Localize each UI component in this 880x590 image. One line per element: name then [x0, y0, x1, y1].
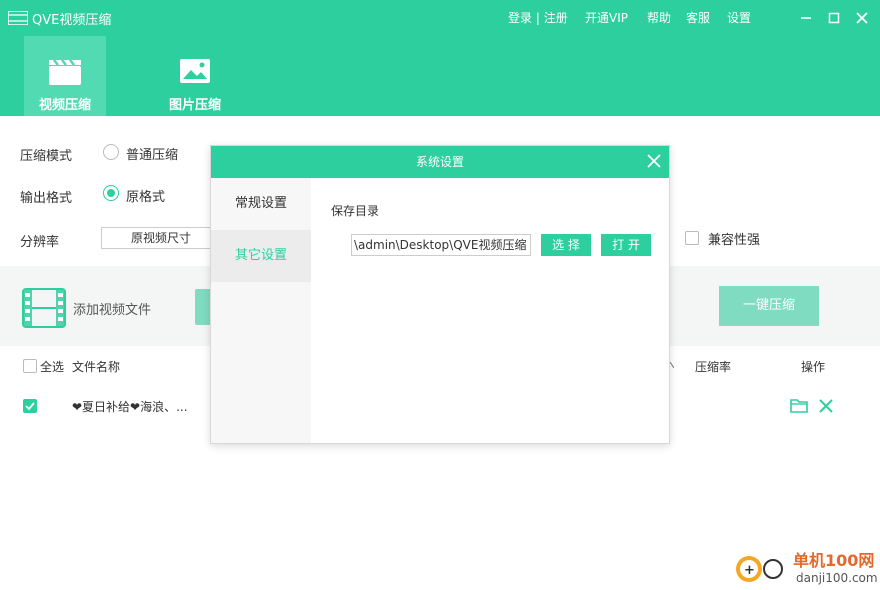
row-filename: ❤夏日补给❤海浪、...: [72, 400, 188, 414]
dialog-tab-other[interactable]: 其它设置: [211, 230, 311, 282]
watermark-logo: + 单机100网 danji100.com: [732, 548, 880, 590]
maximize-icon: [828, 12, 840, 24]
settings-dialog: 系统设置 常规设置 其它设置 保存目录 \admin\Desktop\QVE视频…: [210, 145, 670, 444]
add-video-label[interactable]: 添加视频文件: [73, 299, 151, 318]
delete-icon[interactable]: [819, 399, 833, 413]
close-window-button[interactable]: [853, 9, 871, 27]
choose-dir-button[interactable]: 选 择: [541, 234, 591, 256]
format-original-label: 原格式: [126, 190, 166, 205]
main-tabs: 视频压缩 图片压缩: [0, 36, 880, 116]
select-all-checkbox[interactable]: [23, 359, 37, 373]
settings-link[interactable]: 设置: [727, 9, 751, 26]
app-logo-icon: [8, 11, 28, 25]
help-link[interactable]: 帮助: [647, 9, 671, 26]
vip-link[interactable]: 开通VIP: [585, 9, 628, 26]
svg-text:+: +: [744, 563, 755, 578]
save-dir-input[interactable]: \admin\Desktop\QVE视频压缩: [351, 234, 531, 256]
tab-image-compress[interactable]: 图片压缩: [154, 36, 236, 116]
app-title: QVE视频压缩: [32, 13, 112, 28]
checkmark-icon: [25, 402, 35, 411]
mode-label: 压缩模式: [20, 149, 73, 164]
tab-label: 图片压缩: [168, 98, 221, 113]
clapperboard-icon: [49, 59, 81, 85]
resolution-label: 分辨率: [20, 235, 60, 250]
minimize-icon: [801, 17, 811, 19]
col-filename: 文件名称: [72, 360, 121, 374]
mode-normal-label: 普通压缩: [126, 148, 179, 163]
login-link[interactable]: 登录: [508, 11, 532, 25]
compat-label: 兼容性强: [708, 233, 761, 248]
dialog-title: 系统设置: [211, 146, 669, 178]
open-dir-button[interactable]: 打 开: [601, 234, 651, 256]
svg-text:单机100网: 单机100网: [793, 551, 874, 570]
link-separator: |: [532, 11, 544, 25]
dialog-tab-general[interactable]: 常规设置: [211, 178, 311, 230]
dialog-sidebar: 常规设置 其它设置: [211, 178, 311, 443]
save-dir-label: 保存目录: [331, 204, 380, 218]
title-bar: QVE视频压缩 登录 | 注册 开通VIP 帮助 客服 设置: [0, 0, 880, 36]
tab-video-compress[interactable]: 视频压缩: [24, 36, 106, 116]
maximize-button[interactable]: [825, 9, 843, 27]
dialog-close-icon[interactable]: [647, 154, 661, 168]
folder-icon[interactable]: [790, 398, 808, 413]
film-add-icon[interactable]: [22, 288, 66, 328]
top-links: 登录 | 注册 开通VIP 帮助 客服 设置: [508, 9, 751, 26]
col-ratio: 压缩率: [695, 360, 732, 374]
format-label: 输出格式: [20, 191, 73, 206]
resolution-select[interactable]: 原视频尺寸: [101, 227, 211, 249]
danji100-logo: + 单机100网 danji100.com: [736, 551, 878, 585]
format-original-radio[interactable]: [103, 185, 119, 201]
image-icon: [180, 59, 210, 83]
tab-label: 视频压缩: [38, 98, 91, 113]
mode-normal-radio[interactable]: [103, 144, 119, 160]
svg-text:danji100.com: danji100.com: [796, 571, 878, 585]
register-link[interactable]: 注册: [544, 11, 568, 25]
close-icon: [856, 12, 868, 24]
minimize-button[interactable]: [797, 9, 815, 27]
row-checkbox[interactable]: [23, 399, 37, 413]
service-link[interactable]: 客服: [686, 9, 710, 26]
col-action: 操作: [801, 360, 826, 374]
compress-all-button[interactable]: 一键压缩: [719, 286, 819, 326]
select-all-label: 全选: [40, 360, 65, 374]
compat-checkbox[interactable]: [685, 231, 699, 245]
